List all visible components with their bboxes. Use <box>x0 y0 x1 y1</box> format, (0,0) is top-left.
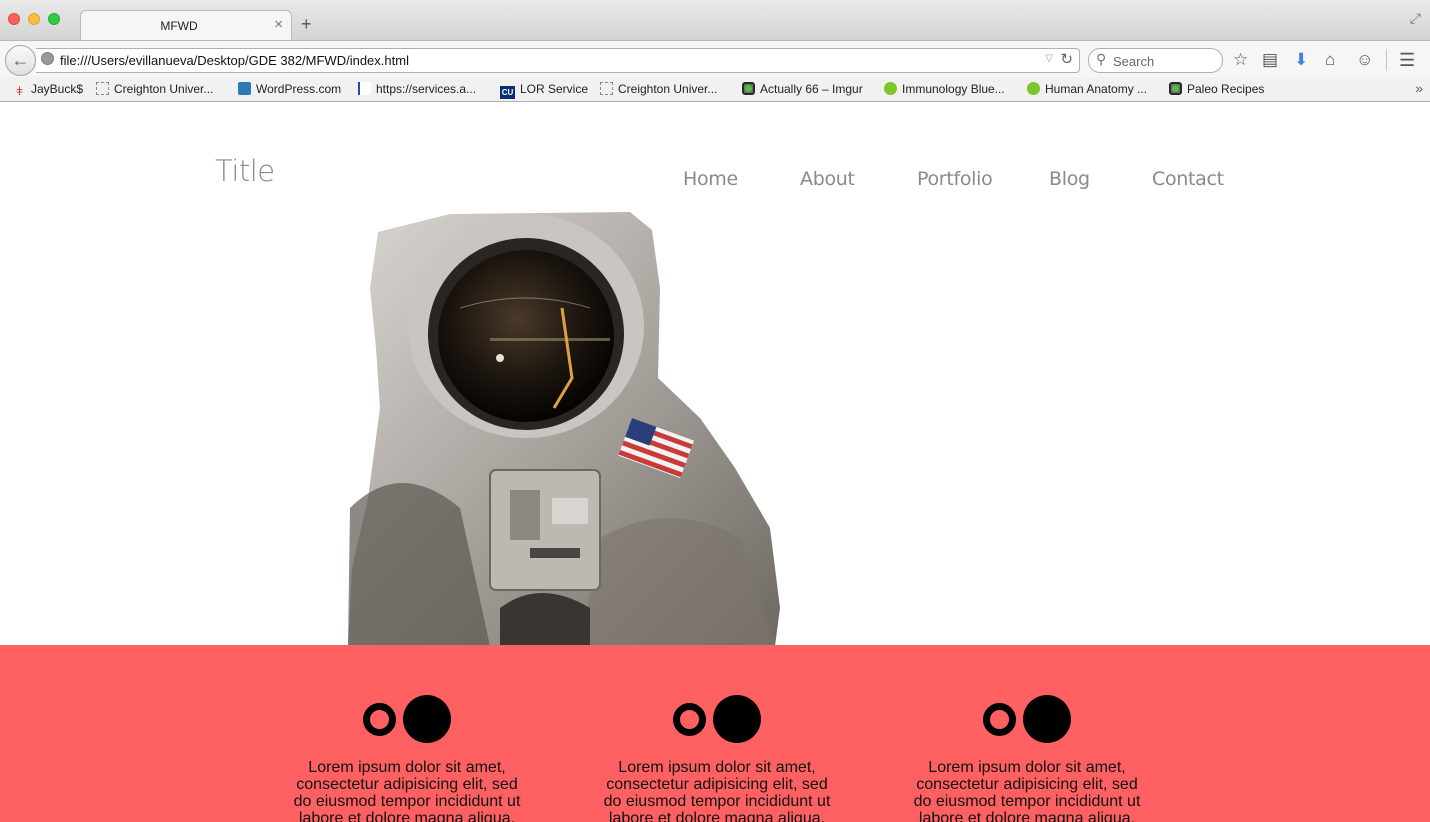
dot-icon <box>1023 695 1071 743</box>
bookmark-item[interactable]: Actually 66 – Imgur <box>742 82 863 96</box>
back-button[interactable]: ← <box>5 45 36 76</box>
search-icon: ⚲ <box>1096 51 1107 67</box>
web-page: Title Home About Portfolio Blog Contact <box>0 102 1430 822</box>
bookmark-item[interactable]: Creighton Univer... <box>600 82 717 96</box>
site-title: Title <box>215 154 275 188</box>
cu-icon: CU <box>500 86 515 99</box>
play-icon <box>1027 82 1040 95</box>
toolbar-divider <box>1386 49 1387 71</box>
feature-column: Lorem ipsum dolor sit amet, consectetur … <box>287 645 527 822</box>
url-bar[interactable]: file:///Users/evillanueva/Desktop/GDE 38… <box>36 48 1080 73</box>
play-icon <box>884 82 897 95</box>
placeholder-page-icon <box>600 82 613 95</box>
url-dropdown-icon[interactable]: ▽ <box>1045 53 1053 64</box>
nav-contact-link[interactable]: Contact <box>1152 168 1224 190</box>
tab-close-icon[interactable]: × <box>274 16 283 33</box>
bookmark-item[interactable]: CU LOR Service <box>500 82 588 99</box>
imgur-icon <box>742 82 755 95</box>
search-input[interactable] <box>1113 53 1217 69</box>
url-text[interactable]: file:///Users/evillanueva/Desktop/GDE 38… <box>60 53 409 68</box>
window-zoom-button[interactable] <box>48 13 60 25</box>
ring-icon <box>363 703 396 736</box>
feature-text: Lorem ipsum dolor sit amet, consectetur … <box>603 759 831 822</box>
services-icon <box>358 82 371 95</box>
tab-title: MFWD <box>160 19 198 33</box>
feature-band: Lorem ipsum dolor sit amet, consectetur … <box>0 645 1430 822</box>
bookmark-item[interactable]: Creighton Univer... <box>96 82 213 96</box>
new-tab-button[interactable]: + <box>301 14 312 35</box>
wordpress-icon <box>238 82 251 95</box>
search-bar[interactable]: ⚲ <box>1088 48 1223 73</box>
back-arrow-icon: ← <box>11 50 30 70</box>
bookmark-item[interactable]: Immunology Blue... <box>884 82 1005 96</box>
ring-icon <box>983 703 1016 736</box>
chat-icon[interactable]: ☺ <box>1356 50 1373 70</box>
bookmark-item[interactable]: Paleo Recipes <box>1169 82 1264 96</box>
ring-icon <box>673 703 706 736</box>
astronaut-hero-image <box>348 212 780 646</box>
imgur-icon <box>1169 82 1182 95</box>
nav-portfolio-link[interactable]: Portfolio <box>917 168 993 190</box>
home-icon[interactable]: ⌂ <box>1325 50 1335 70</box>
feature-column: Lorem ipsum dolor sit amet, consectetur … <box>907 645 1147 822</box>
reload-icon[interactable]: ↻ <box>1060 50 1073 68</box>
feature-text: Lorem ipsum dolor sit amet, consectetur … <box>293 759 521 822</box>
bookmark-item[interactable]: Human Anatomy ... <box>1027 82 1147 96</box>
nav-blog-link[interactable]: Blog <box>1049 168 1090 190</box>
bookmark-item[interactable]: WordPress.com <box>238 82 341 96</box>
nav-home-link[interactable]: Home <box>683 168 738 190</box>
dot-icon <box>713 695 761 743</box>
window-minimize-button[interactable] <box>28 13 40 25</box>
menu-icon[interactable]: ☰ <box>1399 50 1415 71</box>
bookmarks-overflow-icon[interactable]: » <box>1415 80 1423 96</box>
nav-about-link[interactable]: About <box>800 168 855 190</box>
feature-text: Lorem ipsum dolor sit amet, consectetur … <box>913 759 1141 822</box>
bookmark-item[interactable]: ǂ JayBuck$ <box>16 82 83 98</box>
jaybuck-icon: ǂ <box>16 84 24 98</box>
browser-tab[interactable]: MFWD × <box>80 10 292 41</box>
fullscreen-icon[interactable]: ⤢ <box>1410 10 1421 27</box>
globe-icon <box>41 52 54 65</box>
bookmark-star-icon[interactable]: ☆ <box>1233 50 1248 70</box>
feature-column: Lorem ipsum dolor sit amet, consectetur … <box>597 645 837 822</box>
dot-icon <box>403 695 451 743</box>
download-icon[interactable]: ⬇ <box>1294 50 1308 70</box>
navigation-toolbar: ← file:///Users/evillanueva/Desktop/GDE … <box>0 40 1430 77</box>
bookmarks-toolbar: ǂ JayBuck$ Creighton Univer... WordPress.… <box>0 77 1430 102</box>
reading-list-icon[interactable]: ▤ <box>1262 50 1278 70</box>
window-titlebar: MFWD × + ⤢ <box>0 0 1430 41</box>
window-close-button[interactable] <box>8 13 20 25</box>
placeholder-page-icon <box>96 82 109 95</box>
bookmark-item[interactable]: https://services.a... <box>358 82 476 96</box>
